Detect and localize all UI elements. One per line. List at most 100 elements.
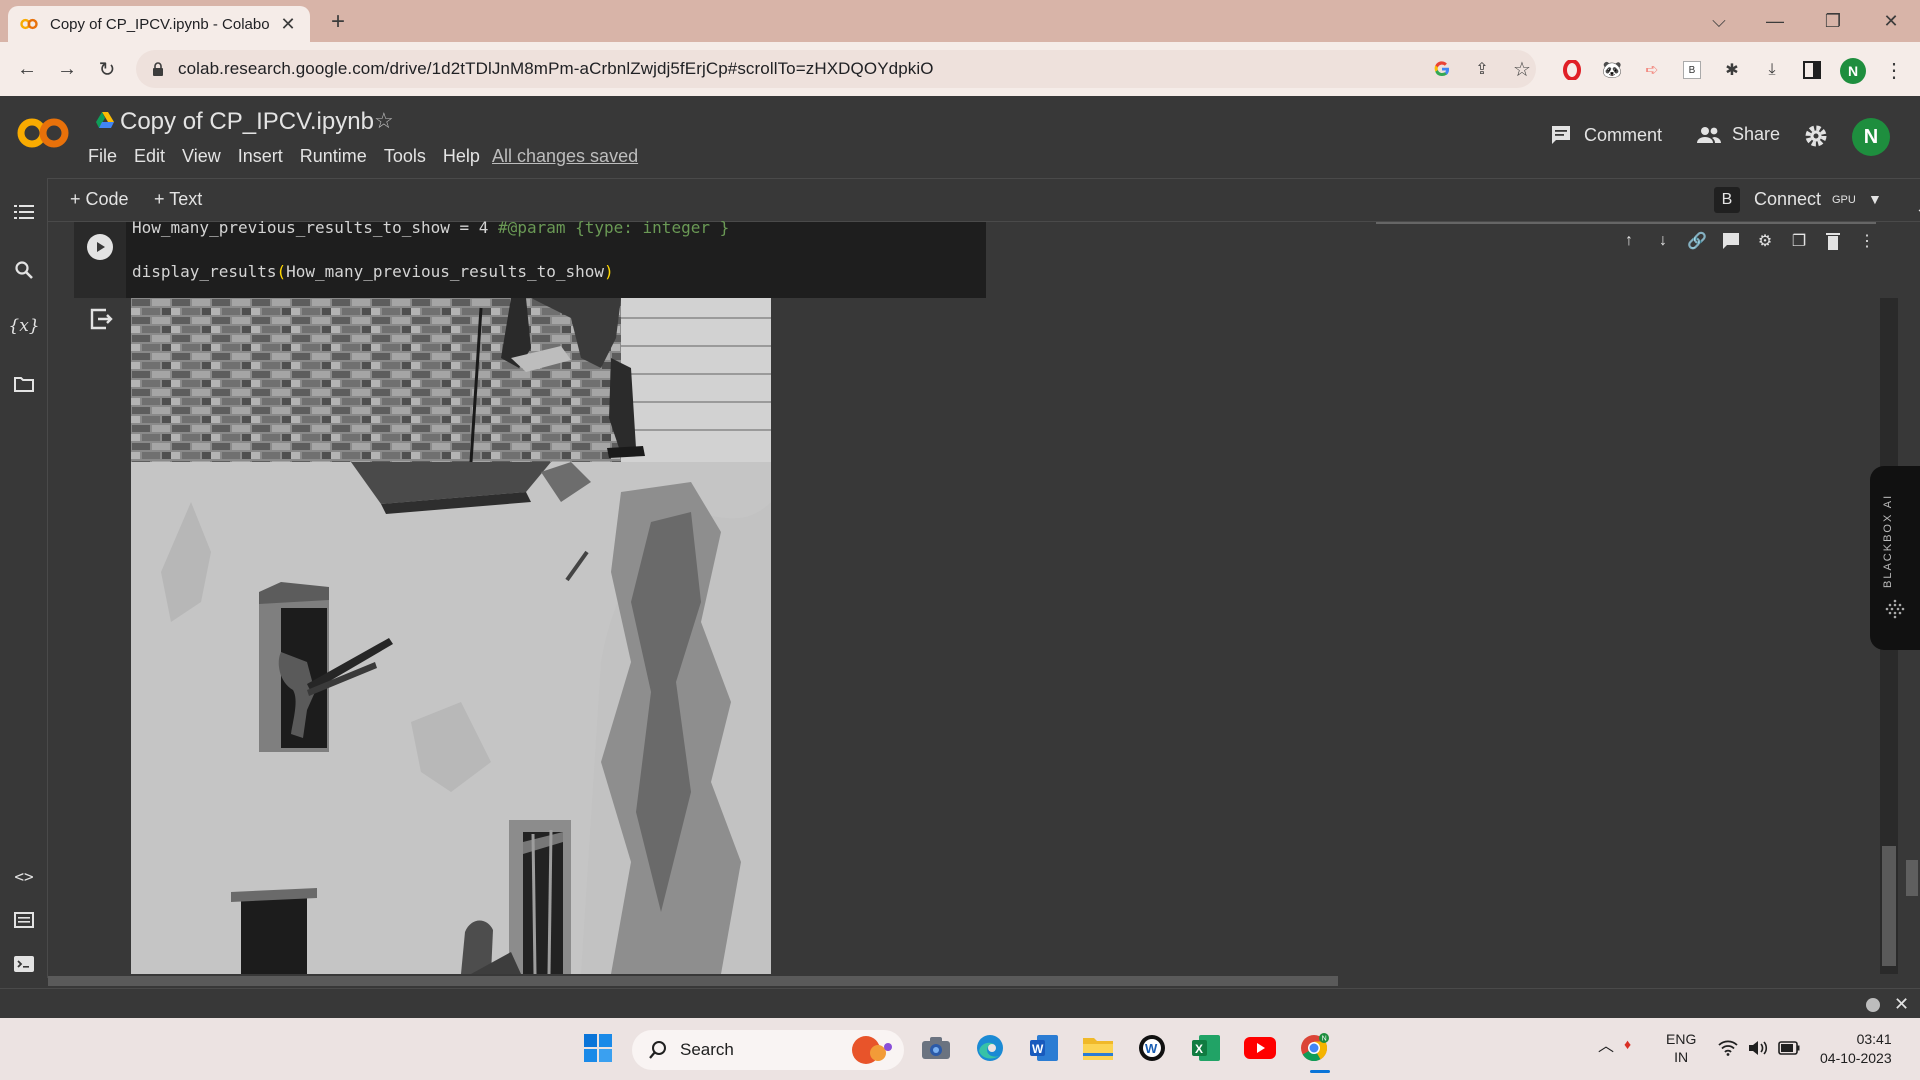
system-tray: ︿ ♦: [1598, 1032, 1631, 1056]
forward-icon[interactable]: →: [54, 56, 80, 82]
save-status-link[interactable]: All changes saved: [492, 146, 638, 167]
language-code: ENG: [1666, 1031, 1697, 1047]
code-editor[interactable]: How_many_previous_results_to_show = 4 #@…: [126, 218, 986, 298]
download-icon[interactable]: ⤓: [1760, 58, 1784, 82]
restore-icon[interactable]: ❐: [1818, 6, 1848, 36]
notebook-toolbar: + Code + Text B Connect GPU ▼ ︿: [48, 178, 1920, 222]
connect-button[interactable]: Connect: [1754, 189, 1821, 210]
cast-extension-icon[interactable]: ➪: [1640, 58, 1664, 82]
run-cell-button[interactable]: [87, 234, 113, 260]
edge-browser-icon[interactable]: [972, 1030, 1008, 1066]
user-avatar[interactable]: N: [1852, 118, 1890, 156]
notebook-title[interactable]: Copy of CP_IPCV.ipynb: [120, 108, 374, 136]
table-of-contents-icon[interactable]: [12, 200, 36, 224]
menu-insert[interactable]: Insert: [238, 146, 283, 167]
windows-start-icon[interactable]: [580, 1030, 616, 1066]
settings-gear-icon[interactable]: [1804, 124, 1828, 148]
code-line-1: How_many_previous_results_to_show = 4 #@…: [132, 218, 729, 237]
mirror-cell-icon[interactable]: ❐: [1786, 228, 1812, 254]
lock-icon: [153, 62, 163, 76]
google-icon[interactable]: [1432, 59, 1452, 79]
menu-view[interactable]: View: [182, 146, 221, 167]
language-indicator[interactable]: ENG IN: [1666, 1030, 1696, 1066]
link-icon[interactable]: 🔗: [1684, 228, 1710, 254]
share-button[interactable]: Share: [1696, 124, 1780, 145]
move-down-icon[interactable]: ↓: [1650, 228, 1676, 254]
taskbar-search-box[interactable]: Search: [632, 1030, 904, 1070]
google-drive-icon[interactable]: [96, 112, 114, 128]
add-text-button[interactable]: + Text: [154, 189, 202, 210]
new-tab-button[interactable]: +: [324, 8, 352, 36]
menu-file[interactable]: File: [88, 146, 117, 167]
files-folder-icon[interactable]: [12, 372, 36, 396]
close-status-icon[interactable]: ✕: [1894, 994, 1909, 1015]
close-tab-icon[interactable]: ✕: [278, 14, 298, 34]
camera-app-icon[interactable]: [918, 1030, 954, 1066]
tray-overflow-icon[interactable]: ︿: [1598, 1032, 1614, 1056]
comment-button[interactable]: Comment: [1550, 124, 1662, 146]
svg-text:W: W: [1032, 1042, 1044, 1056]
command-palette-icon[interactable]: [12, 908, 36, 932]
file-explorer-icon[interactable]: [1080, 1030, 1116, 1066]
word-app-icon[interactable]: W: [1026, 1030, 1062, 1066]
colab-logo-icon[interactable]: [16, 116, 70, 150]
share-page-icon[interactable]: ⇪: [1472, 59, 1492, 79]
runtime-badge[interactable]: B: [1714, 187, 1740, 213]
minimize-icon[interactable]: —: [1760, 6, 1790, 36]
terminal-icon[interactable]: [12, 952, 36, 976]
blackbox-dots-icon: [1885, 599, 1905, 619]
side-panel-icon[interactable]: [1800, 58, 1824, 82]
opera-extension-icon[interactable]: [1560, 58, 1584, 82]
output-actions-icon[interactable]: [88, 306, 114, 332]
bookmark-star-icon[interactable]: ☆: [1512, 59, 1532, 81]
tray-app-icon[interactable]: ♦: [1624, 1036, 1631, 1052]
tab-search-chevron-icon[interactable]: ⌵: [1704, 6, 1734, 36]
search-icon[interactable]: [12, 258, 36, 282]
clock-time: 03:41: [1856, 1031, 1892, 1047]
clock-date: 04-10-2023: [1820, 1050, 1892, 1066]
chrome-app-icon[interactable]: N: [1296, 1030, 1332, 1066]
add-code-button[interactable]: + Code: [70, 189, 129, 210]
status-indicator[interactable]: [1866, 998, 1880, 1012]
browser-tab[interactable]: Copy of CP_IPCV.ipynb - Colabo ✕: [8, 6, 310, 42]
active-app-indicator: [1310, 1070, 1330, 1073]
browser-menu-icon[interactable]: ⋮: [1882, 58, 1906, 82]
windows-taskbar: [0, 1018, 1920, 1080]
excel-app-icon[interactable]: X: [1188, 1030, 1224, 1066]
search-label: Search: [680, 1040, 734, 1059]
move-up-icon[interactable]: ↑: [1616, 228, 1642, 254]
star-notebook-icon[interactable]: ☆: [374, 108, 394, 134]
horizontal-scrollbar-thumb[interactable]: [48, 976, 1338, 986]
quick-settings[interactable]: [1718, 1040, 1800, 1056]
back-icon[interactable]: ←: [14, 56, 40, 82]
cell-settings-icon[interactable]: ⚙: [1752, 228, 1778, 254]
search-icon: [649, 1041, 666, 1059]
close-window-icon[interactable]: ✕: [1876, 6, 1906, 36]
app-circle-icon[interactable]: W: [1134, 1030, 1170, 1066]
reload-icon[interactable]: ↻: [94, 56, 120, 82]
left-sidebar: {x} <>: [0, 178, 48, 978]
output-scrollbar-thumb[interactable]: [1882, 846, 1896, 966]
page-scrollbar-thumb[interactable]: [1906, 860, 1918, 896]
delete-cell-icon[interactable]: [1820, 228, 1846, 254]
menu-edit[interactable]: Edit: [134, 146, 165, 167]
code-snippets-icon[interactable]: <>: [12, 864, 36, 888]
url-text: colab.research.google.com/drive/1d2tTDlJ…: [178, 59, 934, 78]
menu-runtime[interactable]: Runtime: [300, 146, 367, 167]
menu-help[interactable]: Help: [443, 146, 480, 167]
menu-tools[interactable]: Tools: [384, 146, 426, 167]
output-image-wall-climber: [131, 298, 771, 462]
code-line-2: display_results(How_many_previous_result…: [132, 262, 614, 281]
address-bar[interactable]: colab.research.google.com/drive/1d2tTDlJ…: [136, 50, 1536, 88]
comment-cell-icon[interactable]: [1718, 228, 1744, 254]
blackbox-extension-icon[interactable]: B: [1680, 58, 1704, 82]
code-close-paren: ): [604, 262, 614, 281]
youtube-app-icon[interactable]: [1242, 1030, 1278, 1066]
extensions-puzzle-icon[interactable]: ✱: [1720, 58, 1744, 82]
variables-icon[interactable]: {x}: [8, 314, 39, 338]
connect-dropdown-icon[interactable]: ▼: [1868, 191, 1882, 207]
system-clock[interactable]: 03:41 04-10-2023: [1820, 1030, 1892, 1068]
profile-avatar[interactable]: N: [1840, 58, 1866, 84]
panda-extension-icon[interactable]: 🐼: [1600, 58, 1624, 82]
more-options-icon[interactable]: ⋮: [1854, 228, 1880, 254]
